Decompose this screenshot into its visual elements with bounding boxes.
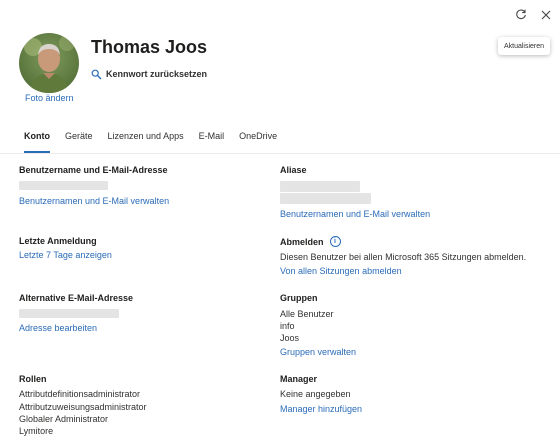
role-item: Attributdefinitionsadministrator	[19, 389, 141, 399]
manage-username-link[interactable]: Benutzernamen und E-Mail verwalten	[19, 196, 169, 206]
group-item: info	[280, 321, 295, 331]
close-button[interactable]	[537, 6, 555, 24]
signout-title: Abmelden	[280, 236, 324, 247]
tab-onedrive[interactable]: OneDrive	[239, 131, 277, 153]
aliases-title: Aliase	[280, 165, 307, 175]
tab-divider	[0, 153, 560, 154]
close-icon	[541, 10, 551, 20]
signout-description: Diesen Benutzer bei allen Microsoft 365 …	[280, 252, 527, 262]
group-item: Alle Benutzer	[280, 309, 334, 319]
role-item: Lymitore	[19, 426, 54, 436]
groups-title: Gruppen	[280, 293, 318, 303]
tooltip: Aktualisieren	[498, 37, 550, 55]
username-section-title: Benutzername und E-Mail-Adresse	[19, 165, 168, 175]
manager-value: Keine angegeben	[280, 389, 351, 399]
redacted-alt-email	[19, 309, 119, 318]
group-item: Joos	[280, 333, 300, 343]
tab-bar: Konto Geräte Lizenzen und Apps E-Mail On…	[24, 131, 292, 155]
role-item: Globaler Administrator	[19, 414, 109, 424]
tab-email[interactable]: E-Mail	[199, 131, 225, 153]
alt-email-title: Alternative E-Mail-Adresse	[19, 293, 134, 303]
reset-password-label: Kennwort zurücksetzen	[106, 69, 208, 79]
roles-title: Rollen	[19, 374, 47, 384]
info-icon[interactable]: i	[329, 236, 341, 247]
tab-lizenzen-apps[interactable]: Lizenzen und Apps	[108, 131, 184, 153]
redacted-username	[19, 181, 108, 190]
add-manager-link[interactable]: Manager hinzufügen	[280, 404, 362, 414]
manager-title: Manager	[280, 374, 318, 384]
key-search-icon	[91, 69, 102, 79]
user-name: Thomas Joos	[91, 37, 208, 57]
last-login-title: Letzte Anmeldung	[19, 236, 97, 246]
redacted-alias-2	[280, 193, 371, 204]
last-7-days-link[interactable]: Letzte 7 Tage anzeigen	[19, 250, 112, 260]
edit-address-link[interactable]: Adresse bearbeiten	[19, 323, 97, 333]
manage-aliases-link[interactable]: Benutzernamen und E-Mail verwalten	[280, 209, 430, 219]
refresh-button[interactable]	[512, 6, 530, 24]
redacted-alias-1	[280, 181, 360, 192]
role-item: Attributzuweisungsadministrator	[19, 402, 147, 412]
tab-konto[interactable]: Konto	[24, 131, 50, 153]
signout-title-row: Abmelden i	[280, 236, 341, 247]
change-photo-link[interactable]: Foto ändern	[25, 93, 74, 103]
signout-all-sessions-link[interactable]: Von allen Sitzungen abmelden	[280, 266, 402, 276]
avatar[interactable]	[19, 33, 79, 93]
reset-password-button[interactable]: Kennwort zurücksetzen	[91, 68, 207, 80]
manage-groups-link[interactable]: Gruppen verwalten	[280, 347, 356, 357]
refresh-icon	[516, 9, 526, 20]
tab-geraete[interactable]: Geräte	[65, 131, 93, 153]
